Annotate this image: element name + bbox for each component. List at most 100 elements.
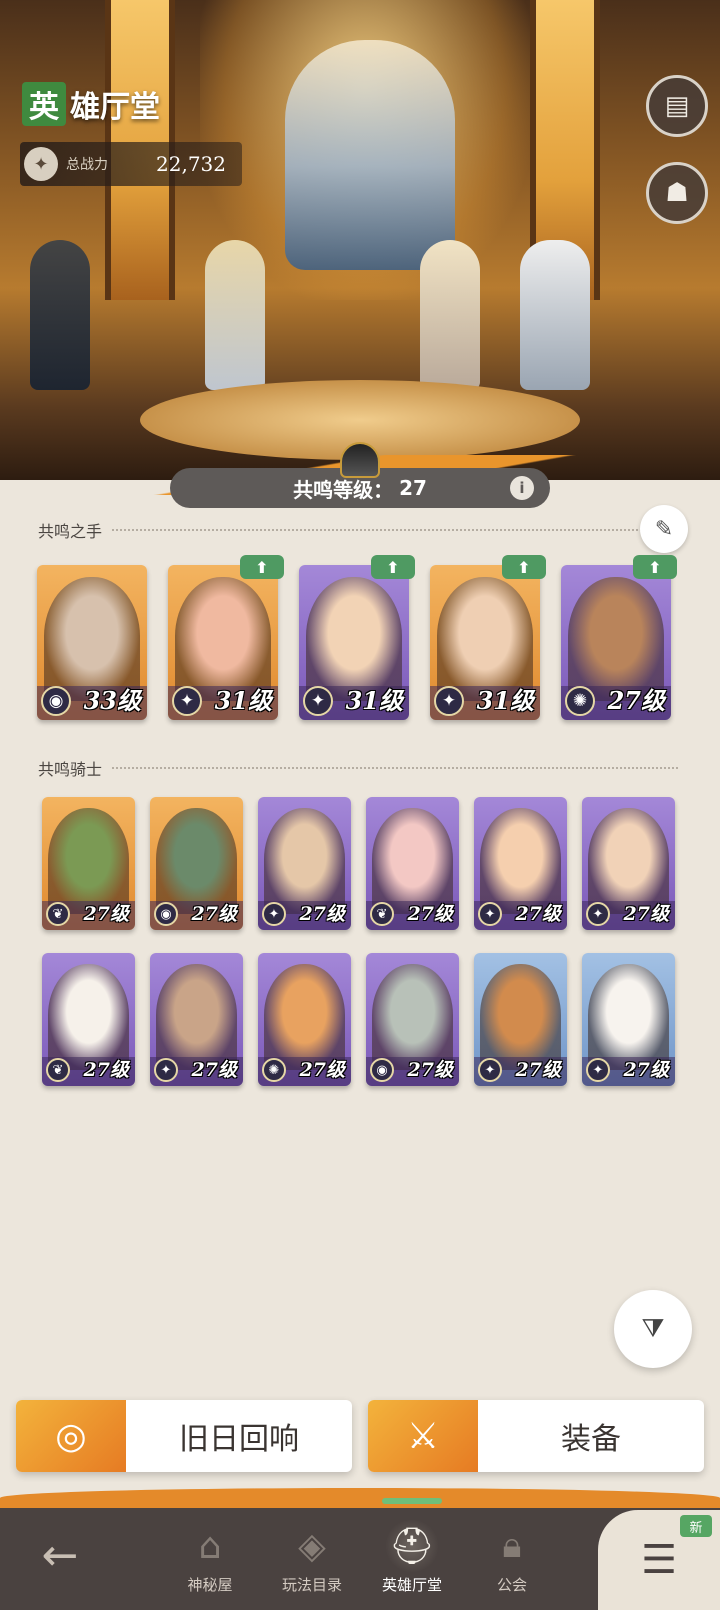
hero-level: 27级 [83,1059,129,1081]
echoes-button[interactable]: ◎ 旧日回响 [16,1400,352,1472]
hero-level: 33级 [83,686,141,715]
hero-level: 31级 [476,686,534,715]
star-icon: ✦ [303,686,333,716]
power-value: 22,732 [156,152,226,176]
helmet-icon [340,442,380,478]
central-statue [285,40,455,270]
leaf-icon: ❦ [46,1058,70,1082]
nav-label: 公会 [496,1576,527,1594]
helmet-icon: ⛑ [384,1520,440,1572]
hero-card[interactable]: ◉ 27级 [150,797,243,930]
info-icon[interactable]: i [510,476,534,500]
upgrade-arrow-icon[interactable]: ⬆ [371,555,415,579]
hero-level: 27级 [623,1059,669,1081]
hero-figure [520,240,590,390]
leaf-icon: ❦ [46,902,70,926]
hero-level: 27级 [191,1059,237,1081]
hero-level: 27级 [607,686,665,715]
star-icon: ✦ [478,1058,502,1082]
hero-card[interactable]: ✦ 27级 [258,797,351,930]
upgrade-arrow-icon[interactable]: ⬆ [240,555,284,579]
section-title-text: 共鸣骑士 [38,760,103,779]
echoes-label: 旧日回响 [179,1422,299,1457]
resonance-level-value: 27 [399,476,427,500]
upgrade-arrow-icon[interactable]: ⬆ [633,555,677,579]
hero-card[interactable]: ✦ 31级 [430,565,540,720]
heroes-faces-icon[interactable]: ☗ [646,162,708,224]
star-icon: ✦ [478,902,502,926]
hero-card[interactable]: ◉ 33级 [37,565,147,720]
hero-level: 31级 [214,686,272,715]
eye-icon: ◉ [41,686,71,716]
nav-label: 英雄厅堂 [381,1576,442,1594]
hero-card[interactable]: ✺ 27级 [561,565,671,720]
hero-level: 27级 [623,903,669,925]
filter-icon[interactable]: ⧩ [614,1290,692,1368]
star-icon: ✦ [586,902,610,926]
new-badge: 新 [680,1515,712,1537]
nav-item-guild[interactable]: 🔒︎ 公会 [462,1520,562,1600]
hero-figure [205,240,265,390]
equipment-button[interactable]: ⚔ 装备 [368,1400,704,1472]
star-icon: ✦ [172,686,202,716]
star-icon: ✦ [262,902,286,926]
hero-level: 27级 [515,903,561,925]
hero-card[interactable]: ◉ 27级 [366,953,459,1086]
eye-icon: ◉ [154,902,178,926]
hero-card[interactable]: ✦ 27级 [150,953,243,1086]
echoes-art-icon: ◎ [16,1400,126,1472]
hero-level: 27级 [407,903,453,925]
hero-level: 27级 [515,1059,561,1081]
hero-level: 27级 [299,1059,345,1081]
sun-icon: ✺ [262,1058,286,1082]
nav-item-mystery-house[interactable]: ⌂ 神秘屋 [160,1520,260,1600]
hero-card[interactable]: ✦ 31级 [299,565,409,720]
star-icon: ✦ [586,1058,610,1082]
page-title: 英 雄厅堂 [22,82,160,126]
upgrade-arrow-icon[interactable]: ⬆ [502,555,546,579]
star-icon: ✦ [434,686,464,716]
resonance-level-bar[interactable]: 共鸣等级： 27 i [170,442,550,508]
hero-banner [0,0,720,480]
feather-icon[interactable]: ✎ [640,505,688,553]
hero-card[interactable]: ❦ 27级 [42,797,135,930]
equipment-art-icon: ⚔ [368,1400,478,1472]
leaf-icon: ❦ [370,902,394,926]
dotted-divider [112,529,678,531]
nav-accent-arc [0,1488,720,1508]
hero-level: 31级 [345,686,403,715]
section-title-knights: 共鸣骑士 [38,756,678,780]
hero-level: 27级 [299,903,345,925]
hero-card[interactable]: ✦ 31级 [168,565,278,720]
equipment-label: 装备 [561,1422,621,1457]
back-arrow-icon[interactable]: ← [30,1530,90,1581]
total-power-bar: ✦ 总战力 22,732 [20,142,242,186]
nav-label: 玩法目录 [281,1576,342,1594]
hero-card[interactable]: ✦ 27级 [582,797,675,930]
bottom-nav: ← ⌂ 神秘屋 ◈ 玩法目录 ⛑ 英雄厅堂 🔒︎ 公会 ☰ [0,1488,720,1610]
hero-figure [420,240,480,390]
hero-card[interactable]: ✦ 27级 [474,797,567,930]
hero-card[interactable]: ✦ 27级 [474,953,567,1086]
power-label: 总战力 [66,157,108,173]
section-title-hands: 共鸣之手 [38,518,678,542]
nav-item-hero-hall[interactable]: ⛑ 英雄厅堂 [362,1498,462,1600]
hero-level: 27级 [191,903,237,925]
nav-item-play-catalog[interactable]: ◈ 玩法目录 [262,1520,362,1600]
hero-card[interactable]: ✦ 27级 [582,953,675,1086]
house-icon: ⌂ [198,1525,222,1567]
hero-card[interactable]: ❦ 27级 [366,797,459,930]
hero-card[interactable]: ❦ 27级 [42,953,135,1086]
title-rest: 雄厅堂 [70,90,160,125]
lock-icon: 🔒︎ [502,1525,522,1566]
hero-figure [30,240,90,390]
book-icon[interactable]: ▤ [646,75,708,137]
power-emblem-icon: ✦ [24,147,58,181]
hero-card[interactable]: ✺ 27级 [258,953,351,1086]
dotted-divider [112,767,678,769]
hero-level: 27级 [407,1059,453,1081]
resonance-label: 共鸣等级： [293,477,394,502]
section-title-text: 共鸣之手 [38,522,103,541]
eye-icon: ◉ [370,1058,394,1082]
title-first-char: 英 [22,82,66,126]
